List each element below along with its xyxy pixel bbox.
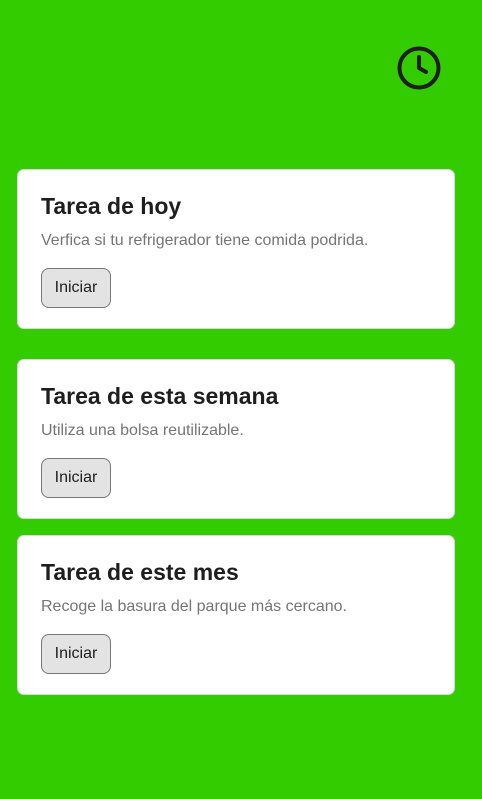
- task-title: Tarea de hoy: [41, 193, 182, 219]
- history-button[interactable]: [395, 44, 443, 92]
- start-task-button[interactable]: Iniciar: [41, 268, 111, 308]
- start-task-button[interactable]: Iniciar: [41, 634, 111, 674]
- task-title: Tarea de este mes: [41, 559, 239, 585]
- app-screen: Tarea de hoy Verfica si tu refrigerador …: [0, 0, 482, 799]
- clock-icon: [397, 46, 441, 90]
- start-task-button[interactable]: Iniciar: [41, 458, 111, 498]
- task-card-month: Tarea de este mes Recoge la basura del p…: [17, 535, 455, 695]
- task-description: Verfica si tu refrigerador tiene comida …: [41, 232, 369, 249]
- task-card-today: Tarea de hoy Verfica si tu refrigerador …: [17, 169, 455, 329]
- task-title: Tarea de esta semana: [41, 383, 279, 409]
- task-description: Recoge la basura del parque más cercano.: [41, 598, 347, 615]
- task-description: Utiliza una bolsa reutilizable.: [41, 422, 244, 439]
- task-card-week: Tarea de esta semana Utiliza una bolsa r…: [17, 359, 455, 519]
